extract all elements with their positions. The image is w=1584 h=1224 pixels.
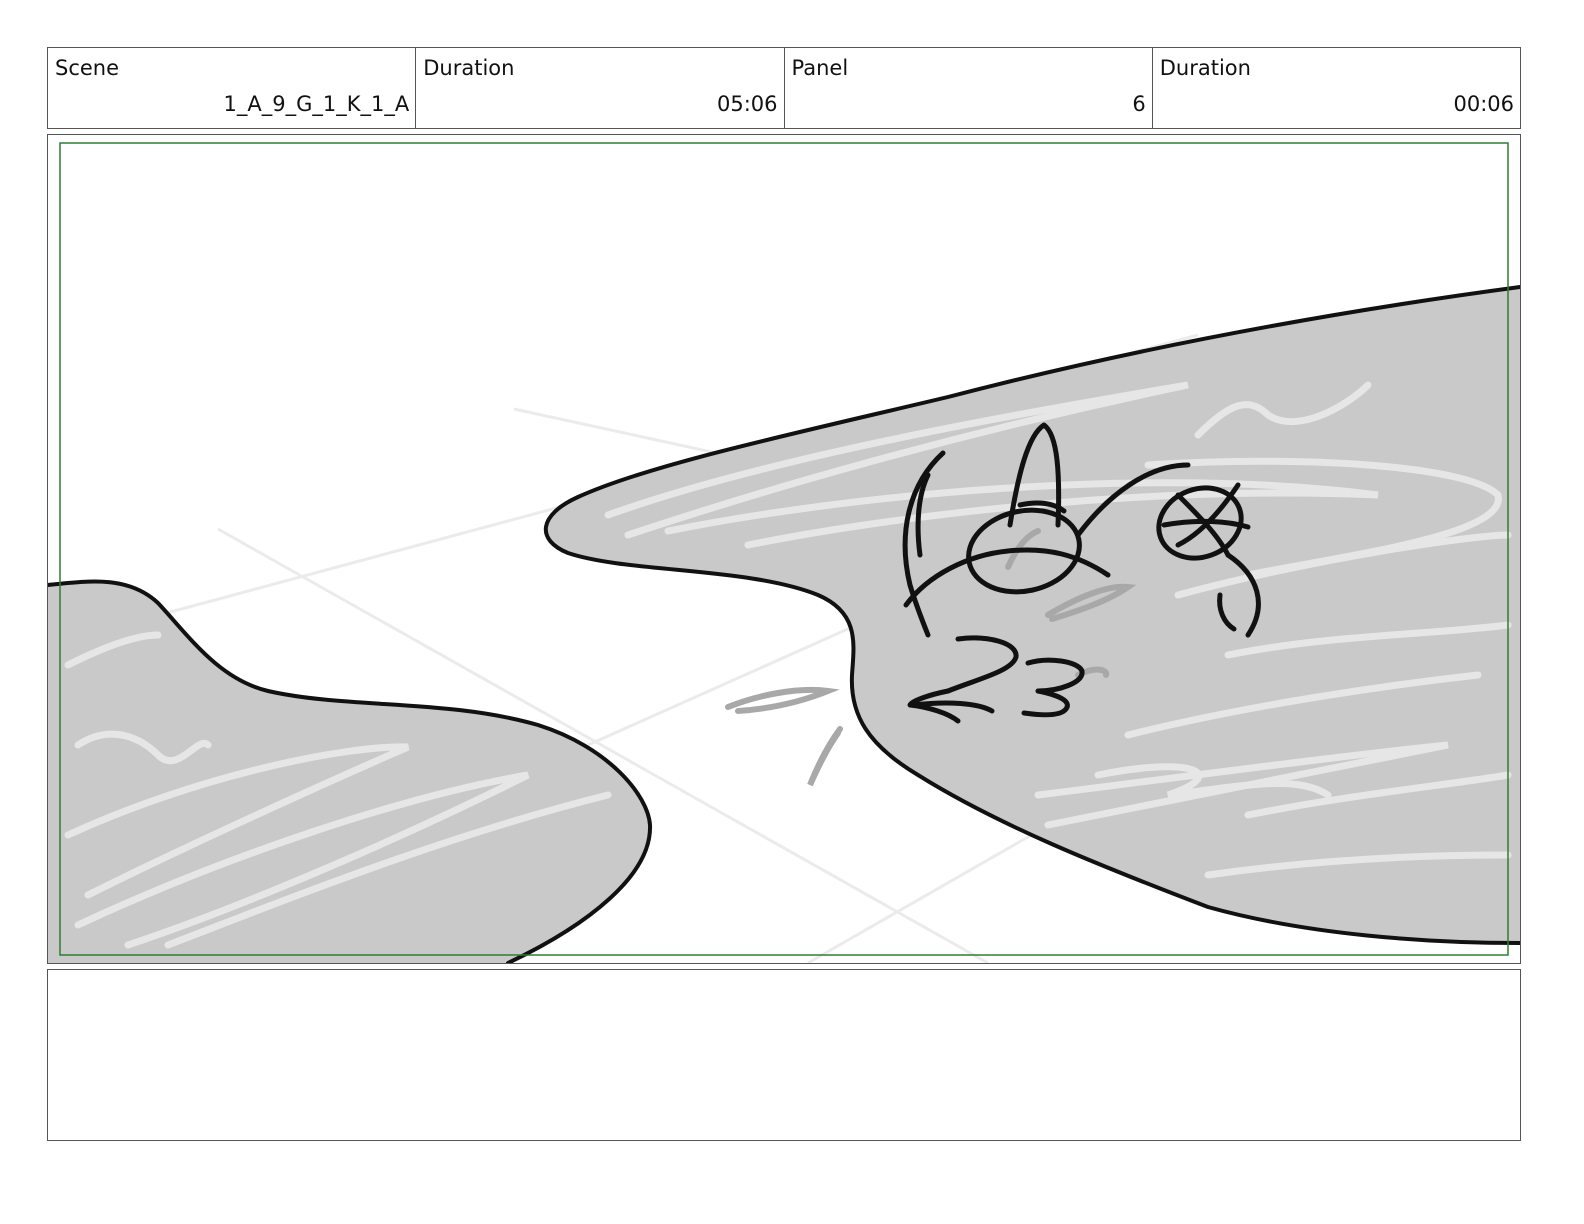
panel-duration-label: Duration — [1159, 56, 1251, 80]
scene-value: 1_A_9_G_1_K_1_A — [223, 92, 410, 116]
panel-notes-box[interactable] — [47, 969, 1521, 1141]
panel-label: Panel — [791, 56, 849, 80]
scene-label: Scene — [55, 56, 120, 80]
scene-duration-value: 05:06 — [716, 92, 778, 116]
storyboard-frame — [47, 134, 1521, 964]
panel-value: 6 — [1132, 92, 1146, 116]
sketch-canvas — [48, 142, 1520, 963]
right-landmass — [545, 287, 1520, 943]
panel-duration-cell: Duration 00:06 — [1153, 48, 1520, 128]
panel-info-header: Scene 1_A_9_G_1_K_1_A Duration 05:06 Pan… — [47, 47, 1521, 129]
scene-duration-label: Duration — [423, 56, 515, 80]
panel-duration-value: 00:06 — [1453, 92, 1514, 116]
scene-duration-cell: Duration 05:06 — [416, 48, 785, 128]
panel-cell: Panel 6 — [785, 48, 1153, 128]
scene-cell: Scene 1_A_9_G_1_K_1_A — [48, 48, 417, 128]
